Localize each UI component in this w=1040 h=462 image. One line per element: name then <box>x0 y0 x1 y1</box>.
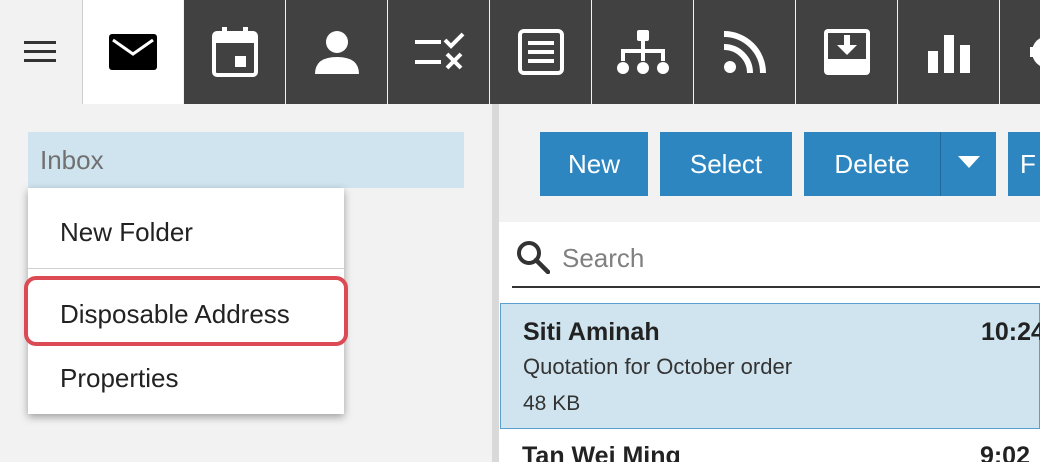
notes-icon <box>517 29 564 75</box>
pane-divider[interactable] <box>492 104 499 462</box>
tasks-icon <box>413 32 465 72</box>
select-button[interactable]: Select <box>660 132 792 196</box>
menu-item-properties[interactable]: Properties <box>28 346 344 410</box>
message-sender: Tan Wei Ming <box>522 442 681 462</box>
bar-chart-icon <box>927 31 970 73</box>
folder-context-menu: New Folder Disposable Address Properties <box>28 188 344 414</box>
tab-rss[interactable] <box>694 0 795 104</box>
partial-button-label: F <box>1020 148 1036 179</box>
tab-download-inbox[interactable] <box>796 0 897 104</box>
menu-item-label: Disposable Address <box>60 299 290 329</box>
tab-mail[interactable] <box>82 0 183 104</box>
menu-item-disposable-address[interactable]: Disposable Address <box>28 282 344 346</box>
folder-label: Inbox <box>40 145 104 175</box>
chevron-down-icon <box>957 155 980 173</box>
tab-calendar[interactable] <box>184 0 285 104</box>
tab-reports[interactable] <box>898 0 999 104</box>
calendar-icon <box>211 27 258 77</box>
select-button-label: Select <box>689 148 763 179</box>
message-size: 48 KB <box>523 392 581 415</box>
menu-item-label: New Folder <box>60 217 193 247</box>
message-time: 9:02 <box>979 442 1030 462</box>
top-app-bar <box>0 0 1040 104</box>
message-list-item[interactable]: Tan Wei Ming 9:02 <box>500 432 1040 462</box>
settings-icon <box>1028 30 1040 74</box>
partial-toolbar-button[interactable]: F <box>1008 132 1040 196</box>
tab-settings[interactable] <box>1000 0 1040 104</box>
search-input[interactable] <box>562 238 1032 278</box>
new-button[interactable]: New <box>540 132 648 196</box>
delete-dropdown-button[interactable] <box>940 132 996 196</box>
download-inbox-icon <box>823 29 870 75</box>
mail-icon <box>108 32 158 72</box>
tab-org-chart[interactable] <box>592 0 693 104</box>
folder-item-inbox[interactable]: Inbox <box>28 132 464 188</box>
delete-button-label: Delete <box>834 148 910 179</box>
new-button-label: New <box>567 148 620 179</box>
org-chart-icon <box>616 30 669 74</box>
search-icon[interactable] <box>516 240 551 275</box>
message-list-item[interactable]: Siti Aminah 10:24 A Quotation for Octobe… <box>500 303 1040 429</box>
menu-separator <box>28 268 344 269</box>
message-time: 10:24 A <box>980 318 1040 346</box>
tab-notes[interactable] <box>490 0 591 104</box>
contacts-icon <box>314 30 359 74</box>
message-sender: Siti Aminah <box>523 318 660 346</box>
tab-contacts[interactable] <box>286 0 387 104</box>
tab-tasks[interactable] <box>388 0 489 104</box>
delete-button[interactable]: Delete <box>804 132 940 196</box>
message-subject: Quotation for October order <box>523 354 793 379</box>
rss-icon <box>723 31 766 73</box>
menu-item-new-folder[interactable]: New Folder <box>28 200 344 264</box>
hamburger-menu-icon[interactable] <box>24 40 56 64</box>
menu-item-label: Properties <box>60 363 179 393</box>
